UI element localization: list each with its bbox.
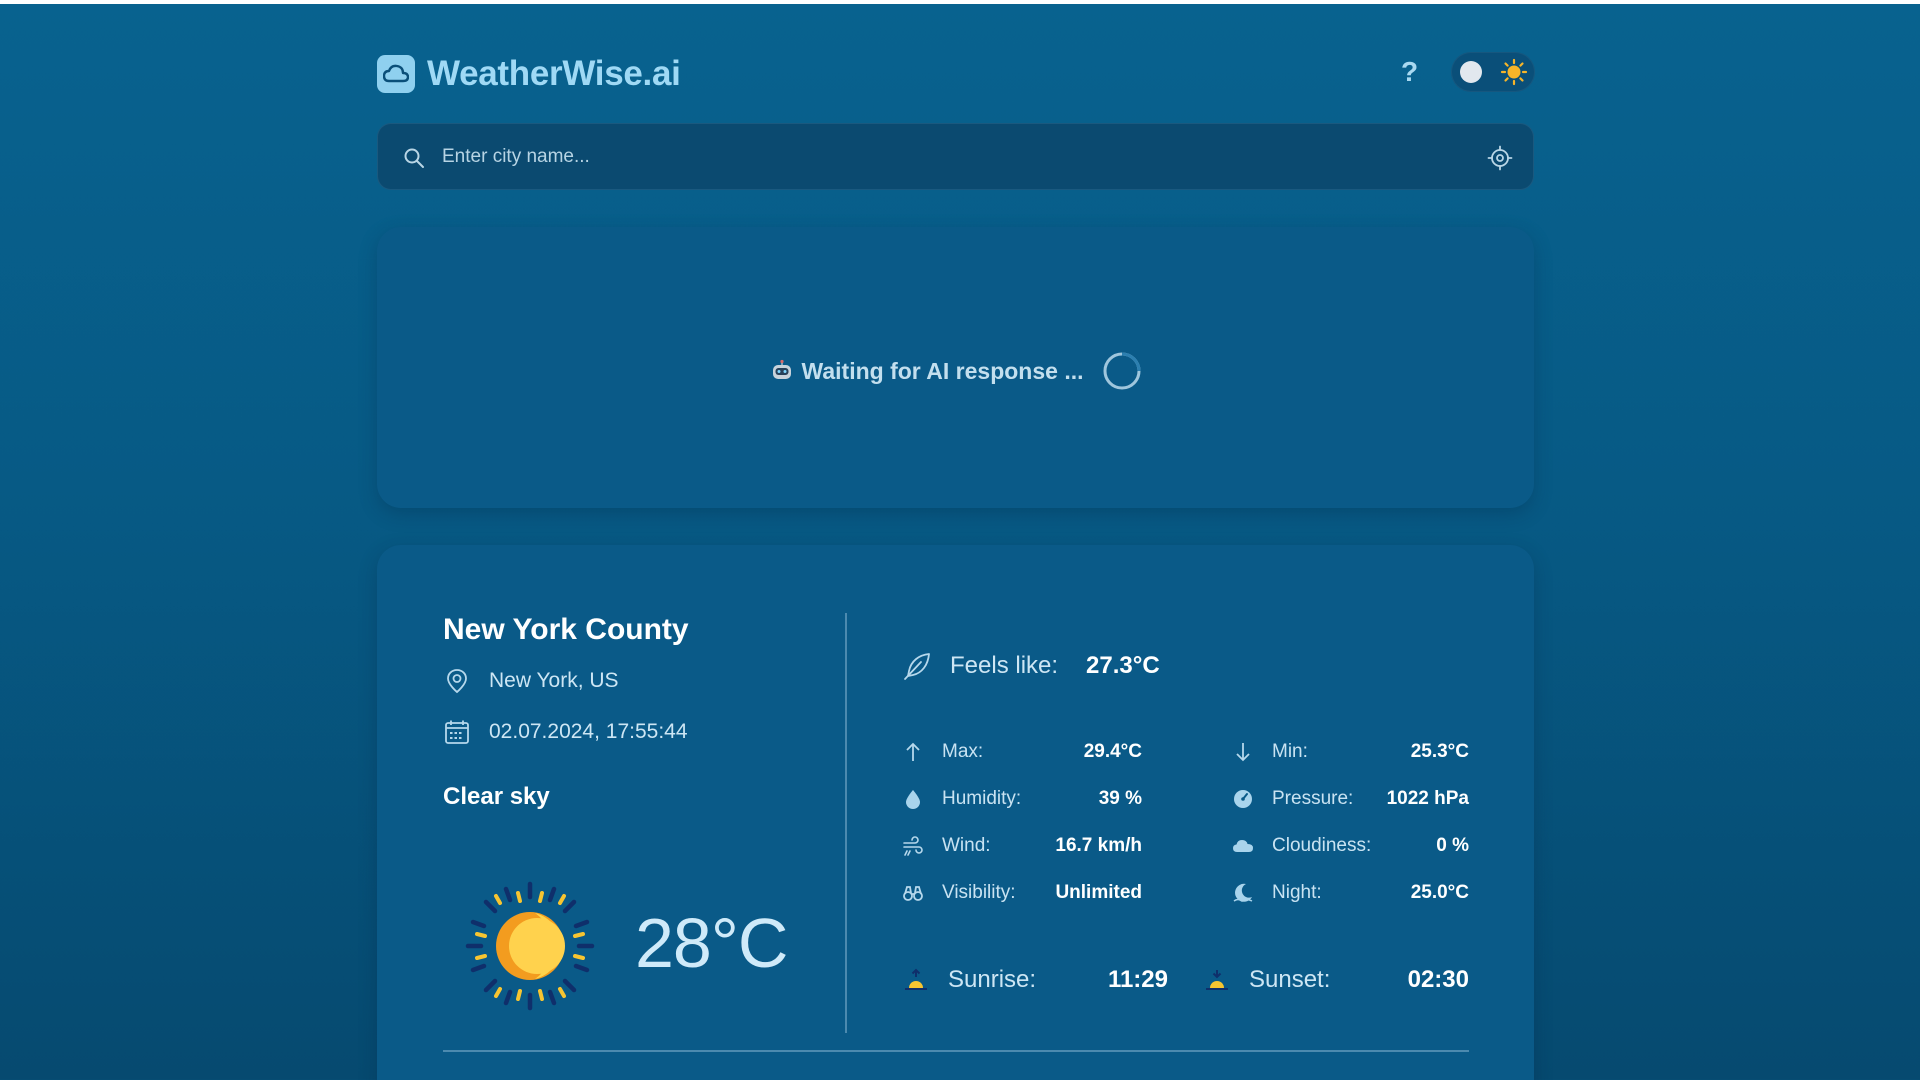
cloud-icon	[1233, 840, 1253, 852]
stat-min: Min: 25.3°C	[1232, 737, 1469, 767]
binoculars-icon	[903, 886, 923, 901]
help-button[interactable]: ?	[1401, 56, 1418, 88]
search-bar	[377, 123, 1534, 190]
sunset-row: Sunset: 02:30	[1203, 962, 1469, 998]
wind-icon	[903, 836, 923, 856]
weather-card: New York County New York, US 02.07.2024,…	[377, 545, 1534, 1080]
sunrise-value: 11:29	[1107, 966, 1168, 993]
cloud-logo-icon	[377, 55, 415, 93]
toggle-knob	[1460, 61, 1482, 83]
location-row: New York, US	[443, 667, 619, 695]
feels-like-label: Feels like:	[950, 652, 1059, 679]
datetime-text: 02.07.2024, 17:55:44	[489, 720, 688, 743]
city-name: New York County	[443, 613, 689, 646]
robot-icon	[772, 359, 791, 379]
current-temperature: 28°C	[635, 904, 788, 982]
stat-wind: Wind: 16.7 km/h	[902, 831, 1142, 861]
sunrise-label: Sunrise:	[948, 966, 1037, 993]
feather-icon	[904, 653, 930, 680]
locate-icon[interactable]	[1487, 145, 1513, 171]
stat-max: Max: 29.4°C	[902, 737, 1142, 767]
search-input[interactable]	[442, 138, 1442, 176]
search-icon	[404, 148, 424, 168]
droplet-icon	[906, 790, 920, 809]
sunset-label: Sunset:	[1249, 966, 1331, 993]
ai-status: Waiting for AI response ...	[377, 351, 1534, 391]
stat-night: Night: 25.0°C	[1232, 878, 1469, 908]
stat-cloudiness: Cloudiness: 0 %	[1232, 831, 1469, 861]
moon-icon	[1233, 883, 1253, 902]
top-edge	[0, 0, 1920, 4]
map-pin-icon	[447, 669, 467, 694]
sun-icon	[1500, 58, 1528, 86]
weather-condition: Clear sky	[443, 783, 550, 810]
calendar-icon	[445, 720, 469, 744]
datetime-row: 02.07.2024, 17:55:44	[443, 718, 688, 746]
feels-like-value: 27.3°C	[1086, 652, 1160, 679]
stat-pressure: Pressure: 1022 hPa	[1232, 784, 1469, 814]
sunset-icon	[1206, 970, 1228, 990]
arrow-down-icon	[1236, 743, 1250, 762]
logo[interactable]: WeatherWise.ai	[377, 52, 681, 96]
app-name: WeatherWise.ai	[427, 54, 681, 93]
stat-humidity: Humidity: 39 %	[902, 784, 1142, 814]
location-text: New York, US	[489, 669, 619, 692]
sunset-value: 02:30	[1407, 966, 1469, 993]
arrow-up-icon	[906, 742, 920, 761]
vertical-divider	[845, 613, 847, 1033]
horizontal-divider	[443, 1050, 1469, 1052]
sunrise-icon	[905, 968, 927, 990]
loading-spinner-icon	[1103, 352, 1140, 390]
theme-toggle[interactable]	[1451, 52, 1535, 92]
feels-like-row: Feels like: 27.3°C	[902, 651, 1160, 681]
gauge-icon	[1234, 790, 1252, 808]
ai-response-card: Waiting for AI response ...	[377, 227, 1534, 508]
clear-sky-sun-icon	[465, 881, 595, 1011]
stat-visibility: Visibility: Unlimited	[902, 878, 1142, 908]
header: WeatherWise.ai ?	[377, 52, 1535, 96]
sunrise-row: Sunrise: 11:29	[902, 962, 1168, 998]
ai-status-text: Waiting for AI response ...	[801, 357, 1084, 384]
